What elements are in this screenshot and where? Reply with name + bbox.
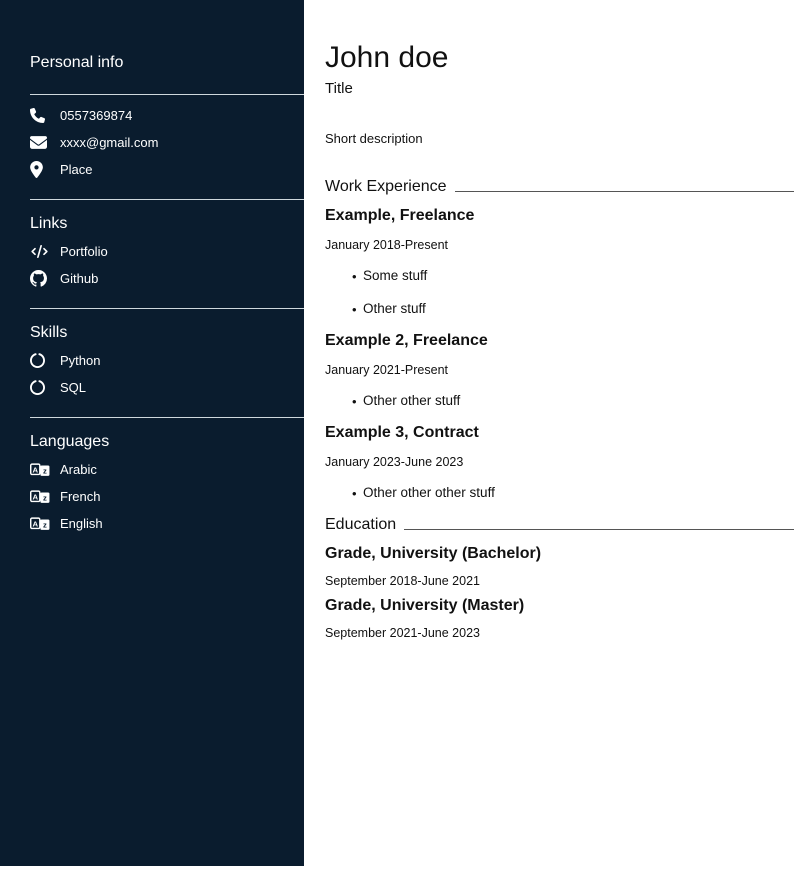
svg-text:z: z — [43, 493, 47, 502]
contact-place-row: Place — [30, 156, 304, 183]
education-section: Education Grade, University (Bachelor) S… — [325, 515, 794, 640]
skill-python-row: Python — [30, 347, 304, 374]
work-entry-date: January 2018-Present — [325, 238, 794, 252]
svg-text:z: z — [43, 520, 47, 529]
links-list: Portfolio Github — [30, 238, 304, 292]
location-pin-icon — [30, 161, 50, 178]
code-icon — [30, 245, 50, 258]
education-entry-date: September 2021-June 2023 — [325, 626, 794, 640]
short-description: Short description — [325, 131, 794, 147]
circle-notch-icon — [30, 380, 50, 395]
language-icon: Az — [30, 463, 50, 477]
bullet-item: Some stuff — [325, 268, 794, 284]
languages-list: Az Arabic Az French Az English — [30, 456, 304, 537]
sidebar-section-title-links: Links — [30, 214, 304, 233]
language-icon: Az — [30, 490, 50, 504]
section-heading-label: Education — [325, 515, 396, 534]
skill-sql-row: SQL — [30, 374, 304, 401]
sidebar-section-title-languages: Languages — [30, 432, 304, 451]
envelope-icon — [30, 134, 50, 151]
language-icon: Az — [30, 517, 50, 531]
bullet-item: Other stuff — [325, 301, 794, 317]
section-rule — [455, 191, 794, 192]
work-entry-date: January 2021-Present — [325, 363, 794, 377]
work-entry-date: January 2023-June 2023 — [325, 455, 794, 469]
contact-phone-row: 0557369874 — [30, 102, 304, 129]
language-arabic-label: Arabic — [60, 462, 97, 477]
section-heading-education: Education — [325, 515, 794, 534]
work-entry: Example 3, Contract January 2023-June 20… — [325, 423, 794, 501]
section-heading-work-experience: Work Experience — [325, 177, 794, 196]
personal-info-list: 0557369874 xxxx@gmail.com Place — [30, 102, 304, 183]
svg-text:A: A — [32, 492, 38, 501]
sidebar: Personal info 0557369874 xxxx@gmail.com … — [0, 0, 304, 866]
work-entry-bullets: Other other other stuff — [325, 485, 794, 501]
education-entry-date: September 2018-June 2021 — [325, 574, 794, 588]
education-entry-title: Grade, University (Master) — [325, 596, 794, 616]
link-portfolio-label: Portfolio — [60, 244, 108, 259]
github-icon — [30, 270, 50, 287]
section-rule — [404, 529, 794, 530]
education-entry: Grade, University (Master) September 202… — [325, 596, 794, 640]
contact-phone-label: 0557369874 — [60, 108, 132, 123]
work-entry-title: Example 3, Contract — [325, 423, 794, 443]
svg-text:z: z — [43, 466, 47, 475]
language-arabic-row: Az Arabic — [30, 456, 304, 483]
work-entry: Example, Freelance January 2018-Present … — [325, 206, 794, 317]
sidebar-section-title-skills: Skills — [30, 323, 304, 342]
language-english-row: Az English — [30, 510, 304, 537]
skills-list: Python SQL — [30, 347, 304, 401]
circle-notch-icon — [30, 353, 50, 368]
work-entry-title: Example 2, Freelance — [325, 331, 794, 351]
contact-place-label: Place — [60, 162, 93, 177]
section-heading-label: Work Experience — [325, 177, 447, 196]
divider — [30, 199, 304, 200]
work-entry-bullets: Other other stuff — [325, 393, 794, 409]
education-entry-title: Grade, University (Bachelor) — [325, 544, 794, 564]
person-name: John doe — [325, 42, 794, 74]
divider — [30, 94, 304, 95]
language-french-row: Az French — [30, 483, 304, 510]
job-title: Title — [325, 80, 794, 98]
contact-email-label: xxxx@gmail.com — [60, 135, 158, 150]
contact-email-row: xxxx@gmail.com — [30, 129, 304, 156]
skill-python-label: Python — [60, 353, 100, 368]
skill-sql-label: SQL — [60, 380, 86, 395]
svg-text:A: A — [32, 519, 38, 528]
bullet-item: Other other other stuff — [325, 485, 794, 501]
work-entry-bullets: Some stuff Other stuff — [325, 268, 794, 317]
language-english-label: English — [60, 516, 103, 531]
svg-text:A: A — [32, 465, 38, 474]
sidebar-section-title-personal-info: Personal info — [30, 53, 304, 72]
work-entry: Example 2, Freelance January 2021-Presen… — [325, 331, 794, 409]
resume-content: John doe Title Short description Work Ex… — [325, 0, 794, 640]
work-entry-title: Example, Freelance — [325, 206, 794, 226]
link-github[interactable]: Github — [30, 265, 304, 292]
divider — [30, 417, 304, 418]
link-portfolio[interactable]: Portfolio — [30, 238, 304, 265]
bullet-item: Other other stuff — [325, 393, 794, 409]
language-french-label: French — [60, 489, 100, 504]
divider — [30, 308, 304, 309]
phone-icon — [30, 108, 50, 123]
link-github-label: Github — [60, 271, 98, 286]
education-entry: Grade, University (Bachelor) September 2… — [325, 544, 794, 588]
